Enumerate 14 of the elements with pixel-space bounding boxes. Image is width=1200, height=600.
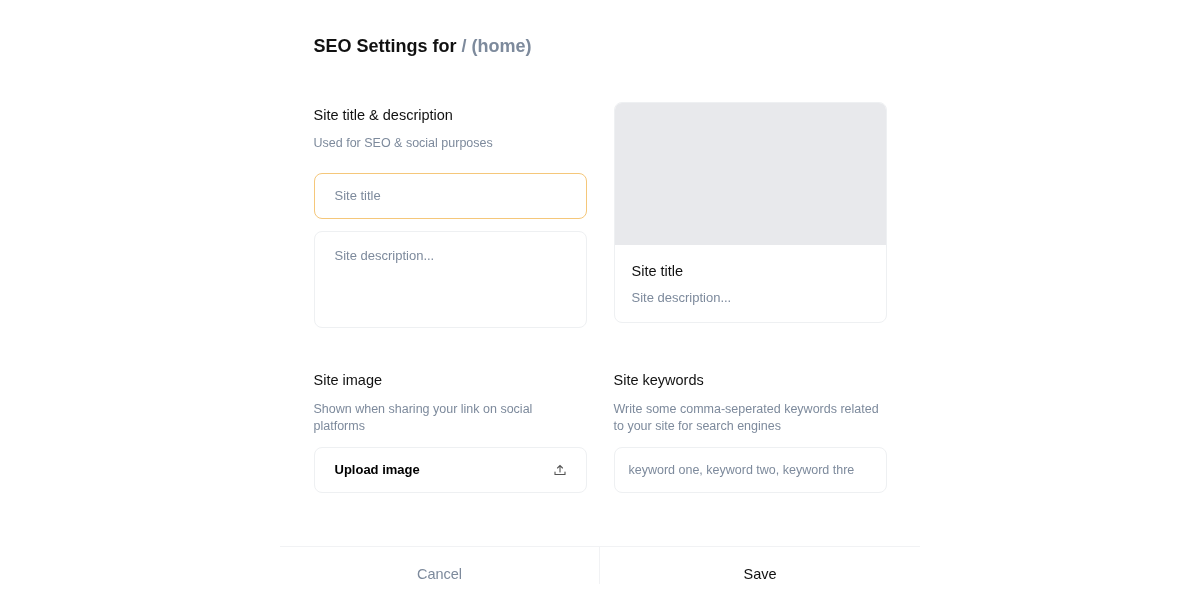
upload-icon bbox=[553, 463, 566, 476]
section-label: Site title & description bbox=[313, 106, 454, 125]
section-hint: Used for SEO & social purposes bbox=[313, 134, 494, 152]
section-hint: Write some comma-seperated keywords related to your site for search engines bbox=[613, 400, 880, 435]
page-title: SEO Settings for / (home) bbox=[313, 36, 533, 58]
section-hint: Shown when sharing your link on social platforms bbox=[313, 400, 534, 435]
section-label: Site image bbox=[313, 370, 383, 390]
keywords-input[interactable]: keyword one, keyword two, keyword thre bbox=[613, 446, 887, 493]
section-label: Site keywords bbox=[613, 370, 705, 390]
preview-title: Site title bbox=[631, 262, 685, 282]
title-input[interactable]: Site title bbox=[313, 172, 587, 219]
description-input[interactable]: Site description... bbox=[313, 230, 587, 328]
upload-button[interactable]: Upload image bbox=[313, 446, 587, 493]
preview-description: Site description... bbox=[631, 289, 733, 306]
